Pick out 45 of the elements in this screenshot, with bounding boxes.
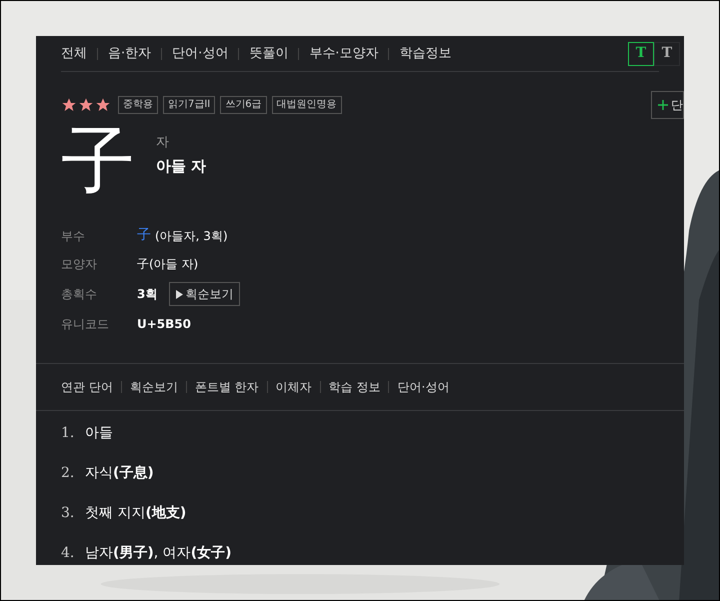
section-link[interactable]: 단어·성어	[397, 378, 450, 396]
meaning-number: 4.	[61, 544, 76, 563]
star-icon	[95, 97, 111, 113]
section-link[interactable]: 학습 정보	[328, 378, 380, 396]
info-value: (아들자, 3획)	[155, 228, 228, 244]
section-link[interactable]: 이체자	[276, 378, 312, 396]
nav-tab[interactable]: 음·한자	[108, 44, 152, 64]
nav-tab[interactable]: 부수·모양자	[309, 44, 378, 64]
meaning-number: 3.	[61, 504, 76, 523]
level-tag: 대법원인명용	[272, 96, 342, 114]
level-tag: 중학용	[118, 96, 158, 114]
star-icon	[61, 97, 77, 113]
add-word-button[interactable]: 단	[651, 91, 684, 119]
meaning-item: 남자(男子), 여자(女子)	[85, 544, 232, 563]
font-style-button[interactable]: T	[654, 42, 680, 66]
section-link[interactable]: 획순보기	[130, 378, 178, 396]
nav-tab[interactable]: 단어·성어	[172, 44, 228, 64]
level-tag: 쓰기6급	[220, 96, 267, 114]
font-style-button[interactable]: T	[628, 42, 654, 66]
info-label: 모양자	[61, 256, 98, 273]
reading-text: 자	[156, 134, 170, 152]
nav-tab[interactable]: 전체	[61, 44, 87, 64]
meaning-item: 아들	[85, 424, 113, 443]
info-value: 3획	[137, 286, 158, 303]
stroke-order-button[interactable]: 획순보기	[169, 282, 240, 306]
meaning-item: 첫째 지지(地支)	[85, 504, 186, 523]
plus-icon	[658, 100, 668, 110]
meaning-text: 아들 자	[156, 156, 206, 176]
hanja-character: 子	[61, 119, 135, 203]
info-value: 子(아들 자)	[137, 256, 198, 273]
nav-tab[interactable]: 뜻풀이	[249, 44, 288, 64]
info-label: 유니코드	[61, 316, 110, 333]
nav-tab[interactable]: 학습정보	[399, 44, 452, 64]
info-label: 총획수	[61, 286, 98, 303]
info-value: U+5B50	[137, 316, 191, 333]
play-icon	[176, 290, 184, 298]
info-label: 부수	[61, 228, 86, 244]
section-link[interactable]: 폰트별 한자	[194, 378, 259, 396]
section-link[interactable]: 연관 단어	[61, 378, 113, 396]
meaning-item: 자식(子息)	[85, 464, 154, 483]
meaning-number: 1.	[61, 424, 76, 443]
radical-link[interactable]: 子	[137, 225, 151, 246]
meaning-number: 2.	[61, 464, 76, 483]
star-icon	[78, 97, 94, 113]
level-tag: 읽기7급II	[163, 96, 216, 114]
